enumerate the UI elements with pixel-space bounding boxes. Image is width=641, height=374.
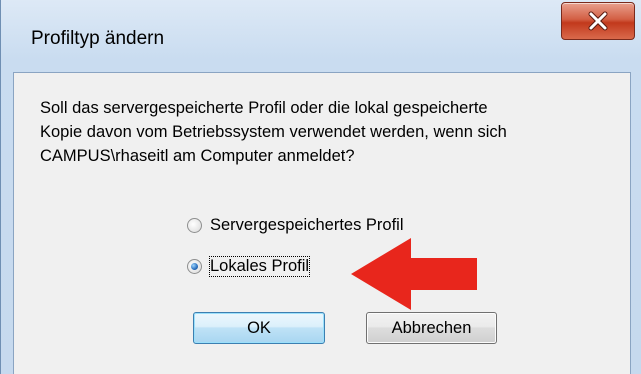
dialog-window: Profiltyp ändern Soll das servergespeich… (0, 0, 641, 374)
close-x-icon (588, 11, 608, 31)
message-line: Soll das servergespeicherte Profil oder … (40, 99, 488, 117)
radio-roaming-profile[interactable] (187, 217, 202, 233)
dialog-content: Soll das servergespeicherte Profil oder … (13, 72, 631, 374)
option-local-profile-label[interactable]: Lokales Profil (208, 255, 311, 277)
option-local-profile[interactable]: Lokales Profil (187, 253, 311, 279)
title-bar: Profiltyp ändern (1, 0, 641, 72)
cancel-button[interactable]: Abbrechen (366, 312, 497, 344)
close-button[interactable] (561, 2, 635, 40)
message-line: Kopie davon vom Betriebssystem verwendet… (40, 123, 507, 141)
option-roaming-profile-label[interactable]: Servergespeichertes Profil (210, 216, 404, 235)
ok-button[interactable]: OK (193, 312, 325, 344)
red-arrow-left-icon (351, 238, 477, 310)
option-roaming-profile[interactable]: Servergespeichertes Profil (187, 212, 404, 238)
dialog-message: Soll das servergespeicherte Profil oder … (40, 96, 620, 168)
radio-local-profile[interactable] (187, 258, 202, 274)
dialog-title: Profiltyp ändern (31, 28, 165, 49)
message-line: CAMPUS\rhaseitl am Computer anmeldet? (40, 147, 355, 165)
